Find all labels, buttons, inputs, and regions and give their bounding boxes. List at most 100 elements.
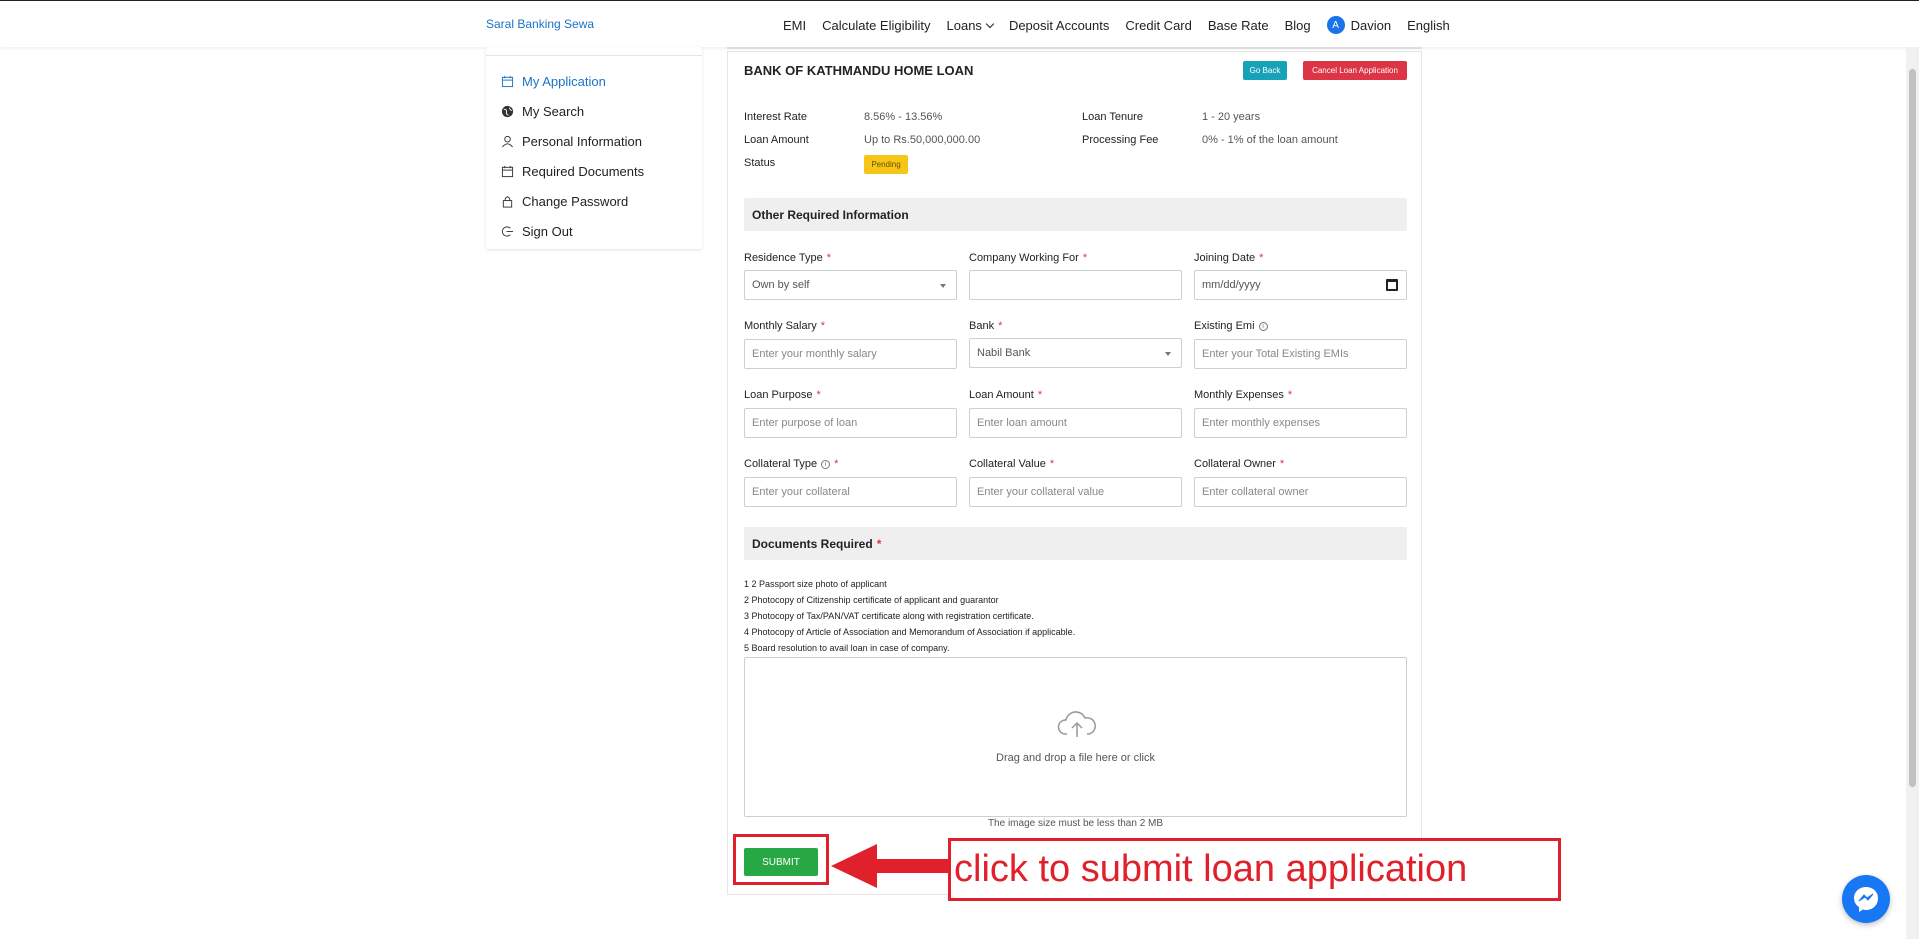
- file-size-note: The image size must be less than 2 MB: [987, 818, 1164, 829]
- status-badge: Pending: [864, 155, 908, 174]
- lock-icon: [502, 196, 513, 208]
- processing-fee-value: 0% - 1% of the loan amount: [1202, 134, 1338, 146]
- file-dropzone[interactable]: Drag and drop a file here or click: [744, 657, 1407, 817]
- nav-calculate-eligibility[interactable]: Calculate Eligibility: [822, 18, 930, 33]
- page-scrollbar[interactable]: [1906, 47, 1919, 939]
- nav-loans[interactable]: Loans: [946, 17, 995, 33]
- required-asterisk: *: [1082, 252, 1088, 264]
- required-asterisk: *: [826, 252, 831, 264]
- documents-required-heading: Documents Required *: [744, 527, 1407, 560]
- nav-emi[interactable]: EMI: [783, 18, 806, 33]
- other-required-information-heading: Other Required Information: [744, 198, 1407, 231]
- monthly-expenses-input[interactable]: Enter monthly expenses: [1194, 408, 1407, 438]
- cancel-loan-application-button[interactable]: Cancel Loan Application: [1303, 61, 1407, 80]
- loan-amount-label-text: Loan Amount: [969, 389, 1034, 401]
- sidebar-item-my-application[interactable]: My Application: [501, 74, 606, 89]
- company-label-text: Company Working For: [969, 252, 1079, 264]
- loan-amount-label: Loan Amount: [744, 134, 809, 146]
- dropzone-text: Drag and drop a file here or click: [996, 752, 1155, 764]
- joining-date-input[interactable]: mm/dd/yyyy: [1194, 270, 1407, 300]
- nav-loans-label: Loans: [946, 17, 982, 33]
- document-item: 4 Photocopy of Article of Association an…: [744, 627, 1076, 637]
- collateral-owner-label: Collateral Owner *: [1194, 458, 1284, 470]
- document-item: 3 Photocopy of Tax/PAN/VAT certificate a…: [744, 611, 1034, 621]
- calendar-icon: [501, 75, 514, 88]
- nav-base-rate[interactable]: Base Rate: [1208, 18, 1269, 33]
- sidebar-item-label: Change Password: [522, 194, 629, 209]
- sidebar-item-label: Required Documents: [522, 164, 645, 179]
- sidebar-item-label: Personal Information: [522, 134, 642, 149]
- annotation-label: click to submit loan application: [948, 838, 1561, 901]
- sidebar-item-sign-out[interactable]: Sign Out: [501, 224, 573, 239]
- sidebar-item-change-password[interactable]: Change Password: [501, 194, 628, 209]
- existing-emi-input[interactable]: Enter your Total Existing EMIs: [1194, 339, 1407, 369]
- loan-amount-input[interactable]: Enter loan amount: [969, 408, 1182, 438]
- document-item: 5 Board resolution to avail loan in case…: [744, 643, 950, 653]
- nav-deposit-accounts[interactable]: Deposit Accounts: [1009, 18, 1109, 33]
- info-icon[interactable]: i: [821, 459, 831, 469]
- bank-label: Bank *: [969, 320, 1002, 332]
- joining-date-placeholder: mm/dd/yyyy: [1202, 279, 1261, 291]
- globe-icon: [501, 105, 514, 118]
- sign-out-icon: [501, 226, 514, 237]
- company-input[interactable]: [969, 270, 1182, 300]
- info-icon[interactable]: i: [1258, 321, 1268, 331]
- bank-label-text: Bank: [969, 320, 995, 332]
- document-item: 2 Photocopy of Citizenship certificate o…: [744, 595, 999, 605]
- monthly-salary-label-text: Monthly Salary: [744, 320, 817, 332]
- required-asterisk: *: [834, 458, 839, 470]
- required-asterisk: *: [1287, 389, 1293, 401]
- user-name: Davion: [1350, 17, 1392, 33]
- brand-logo[interactable]: Saral Banking Sewa: [486, 17, 594, 31]
- sidebar-item-label: Sign Out: [522, 224, 573, 239]
- account-sidebar: My Application My Search Personal Inform…: [486, 47, 702, 249]
- language-selector[interactable]: English: [1407, 18, 1450, 33]
- monthly-expenses-label: Monthly Expenses *: [1194, 389, 1292, 401]
- caret-down-icon: [940, 284, 946, 288]
- avatar: A: [1326, 16, 1345, 34]
- loan-application-card: BANK OF KATHMANDU HOME LOAN Go Back Canc…: [727, 51, 1422, 895]
- loan-purpose-label: Loan Purpose *: [744, 389, 821, 401]
- collateral-owner-label-text: Collateral Owner: [1194, 458, 1276, 470]
- sidebar-divider: [486, 55, 702, 56]
- collateral-owner-input[interactable]: Enter collateral owner: [1194, 477, 1407, 507]
- monthly-salary-label: Monthly Salary *: [744, 320, 825, 332]
- monthly-salary-input[interactable]: Enter your monthly salary: [744, 339, 957, 369]
- collateral-value-input[interactable]: Enter your collateral value: [969, 477, 1182, 507]
- required-asterisk: *: [1037, 389, 1043, 401]
- required-asterisk: *: [1259, 252, 1264, 264]
- nav-credit-card[interactable]: Credit Card: [1125, 18, 1191, 33]
- sidebar-item-my-search[interactable]: My Search: [501, 104, 584, 119]
- interest-rate-label: Interest Rate: [744, 111, 807, 123]
- annotation-highlight-box: [733, 834, 829, 885]
- company-label: Company Working For *: [969, 252, 1087, 264]
- residence-type-value: Own by self: [752, 279, 810, 291]
- sidebar-item-label: My Application: [522, 74, 606, 89]
- go-back-button[interactable]: Go Back: [1243, 61, 1287, 80]
- scrollbar-thumb[interactable]: [1909, 69, 1916, 787]
- required-asterisk: *: [820, 320, 826, 332]
- messenger-icon: [1854, 887, 1878, 912]
- status-label: Status: [744, 157, 776, 169]
- calendar-icon[interactable]: [1386, 279, 1398, 291]
- joining-date-label-text: Joining Date: [1194, 252, 1256, 264]
- messenger-chat-button[interactable]: [1842, 875, 1890, 923]
- chevron-down-icon: [985, 19, 995, 28]
- main-nav: EMI Calculate Eligibility Loans Deposit …: [783, 16, 1466, 34]
- bank-select[interactable]: Nabil Bank: [969, 338, 1182, 368]
- residence-type-select[interactable]: Own by self: [744, 270, 957, 300]
- nav-blog[interactable]: Blog: [1285, 18, 1311, 33]
- user-menu[interactable]: A Davion: [1326, 16, 1392, 34]
- annotation-arrow-icon: [831, 844, 949, 888]
- existing-emi-label: Existing Emi i: [1194, 320, 1268, 332]
- residence-type-label-text: Residence Type: [744, 252, 823, 264]
- collateral-type-input[interactable]: Enter your collateral: [744, 477, 957, 507]
- documents-list: 1 2 Passport size photo of applicant 2 P…: [744, 576, 1075, 656]
- sidebar-item-personal-information[interactable]: Personal Information: [501, 134, 642, 149]
- required-asterisk: *: [1279, 458, 1285, 470]
- loan-purpose-input[interactable]: Enter purpose of loan: [744, 408, 957, 438]
- loan-purpose-label-text: Loan Purpose: [744, 389, 813, 401]
- sidebar-item-required-documents[interactable]: Required Documents: [501, 164, 644, 179]
- loan-amount-value: Up to Rs.50,000,000.00: [864, 134, 981, 146]
- sidebar-item-label: My Search: [522, 104, 585, 119]
